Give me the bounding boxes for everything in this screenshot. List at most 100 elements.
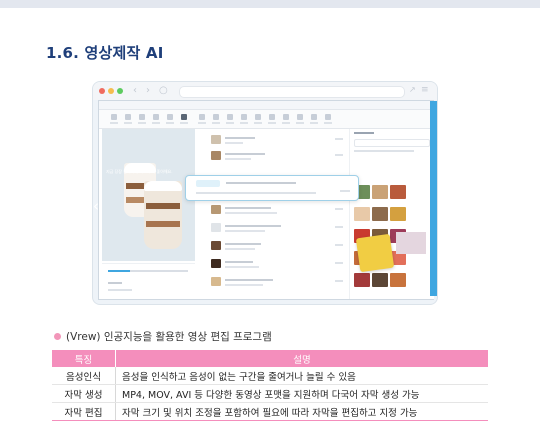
ribbon-tool-label (166, 122, 174, 124)
clip-row (197, 239, 347, 254)
panel-search-box (354, 139, 430, 147)
library-image (354, 207, 370, 221)
ribbon-tool-label (110, 122, 118, 124)
description-cell: 음성을 인식하고 음성이 없는 구간을 줄여거나 늘릴 수 있음 (115, 367, 488, 385)
vrew-screenshot: ‹ › ○ ↗ ≡ 지금 당장 등록하세요, 모두가 좋아해요. (93, 82, 437, 304)
clip-timestamp (335, 226, 343, 228)
ribbon-tool-label (138, 122, 146, 124)
image-library-panel (349, 129, 434, 299)
clip-row (197, 203, 347, 218)
clip-thumbnail (211, 277, 221, 286)
ribbon-tool-label (282, 122, 290, 124)
clip-text-line (225, 212, 277, 214)
clip-row (197, 221, 347, 236)
expand-icon: ↗ (409, 85, 416, 94)
popup-tab-labels (226, 182, 296, 184)
ribbon-tool-icon (111, 114, 117, 120)
library-image (390, 207, 406, 221)
accent-bar (430, 101, 437, 296)
clip-row (197, 133, 347, 148)
library-image (372, 273, 388, 287)
preview-controls (102, 263, 195, 298)
menu-icon: ≡ (421, 85, 429, 95)
clip-text-line (225, 142, 243, 144)
preview-dessert-cup (144, 181, 182, 249)
clip-text-line (225, 137, 255, 139)
preview-layer (146, 221, 180, 227)
popup-timestamp (340, 190, 350, 192)
clip-timestamp (335, 138, 343, 140)
clip-thumbnail (211, 205, 221, 214)
ribbon-tool-icon (255, 114, 261, 120)
clip-text-line (225, 225, 281, 227)
clip-text-line (225, 153, 265, 155)
ribbon-tool-icon (167, 114, 173, 120)
ribbon-tool-label (268, 122, 276, 124)
forward-arrow-icon: › (146, 85, 150, 96)
ribbon-tool-label (310, 122, 318, 124)
clip-text-line (225, 279, 273, 281)
bullet-icon (54, 333, 61, 340)
grapes-image (396, 232, 426, 254)
clip-thumbnail (211, 135, 221, 144)
ribbon-tool-icon (311, 114, 317, 120)
popup-text-line (196, 192, 316, 194)
ribbon-tool-label (254, 122, 262, 124)
ribbon-tool-label (198, 122, 206, 124)
ribbon-tool-label (212, 122, 220, 124)
clip-thumbnail (211, 241, 221, 250)
clip-text-line (225, 261, 253, 263)
ribbon-tool-icon (297, 114, 303, 120)
preview-label (108, 282, 122, 284)
app-menu-bar (99, 101, 433, 110)
preview-layer (146, 203, 180, 209)
feature-cell: 음성인식 (52, 367, 116, 385)
vrew-app-window: 지금 당장 등록하세요, 모두가 좋아해요. (98, 100, 434, 300)
clip-text-line (225, 230, 265, 232)
feature-cell: 자막 생성 (52, 384, 116, 403)
ribbon-tool-icon (325, 114, 331, 120)
library-image (372, 207, 388, 221)
clip-row (197, 149, 347, 164)
clip-text-line (225, 158, 251, 160)
clip-text-line (225, 207, 271, 209)
browser-chrome: ‹ › ○ ↗ ≡ (93, 82, 437, 100)
ribbon-tool-icon (181, 114, 187, 120)
description-cell: MP4, MOV, AVI 등 다양한 동영상 포맷을 지원하며 다국어 자막 … (115, 384, 488, 403)
preview-cream (144, 181, 182, 191)
preview-overlay-text: 지금 당장 등록하세요, 모두가 좋아해요. (106, 169, 173, 174)
back-arrow-icon: ‹ (133, 85, 137, 96)
ribbon-tool-label (296, 122, 304, 124)
url-bar (179, 86, 405, 98)
subtitle-edit-popup (185, 175, 359, 201)
minimize-dot-icon (108, 88, 114, 94)
description-cell: 자막 크기 및 위치 조정을 포함하여 필요에 따라 자막을 편집하고 지정 가… (115, 402, 488, 421)
ribbon-tool-label (324, 122, 332, 124)
top-band (0, 0, 540, 8)
ribbon-tool-icon (241, 114, 247, 120)
library-image (372, 185, 388, 199)
feature-cell: 자막 편집 (52, 402, 116, 421)
popup-selected-tab (196, 180, 220, 187)
ribbon-tool-label (226, 122, 234, 124)
clip-row (197, 275, 347, 290)
panel-filter-row (354, 150, 414, 152)
video-preview: 지금 당장 등록하세요, 모두가 좋아해요. (102, 129, 195, 261)
header-feature: 특징 (52, 350, 116, 367)
ribbon-tool-icon (227, 114, 233, 120)
clip-text-line (225, 284, 263, 286)
ribbon-tool-icon (199, 114, 205, 120)
ribbon-tool-icon (269, 114, 275, 120)
clip-row (197, 257, 347, 272)
ribbon-tool-icon (213, 114, 219, 120)
clip-thumbnail (211, 223, 221, 232)
library-image (390, 273, 406, 287)
clip-text-line (225, 248, 255, 250)
library-image (390, 185, 406, 199)
ribbon-tool-label (180, 122, 188, 124)
clip-thumbnail (211, 259, 221, 268)
reload-icon: ○ (159, 85, 168, 96)
ribbon-tool-label (124, 122, 132, 124)
prev-arrow-icon: ‹ (93, 197, 99, 215)
bullet-text: (Vrew) 인공지능을 활용한 영상 편집 프로그램 (66, 331, 272, 343)
